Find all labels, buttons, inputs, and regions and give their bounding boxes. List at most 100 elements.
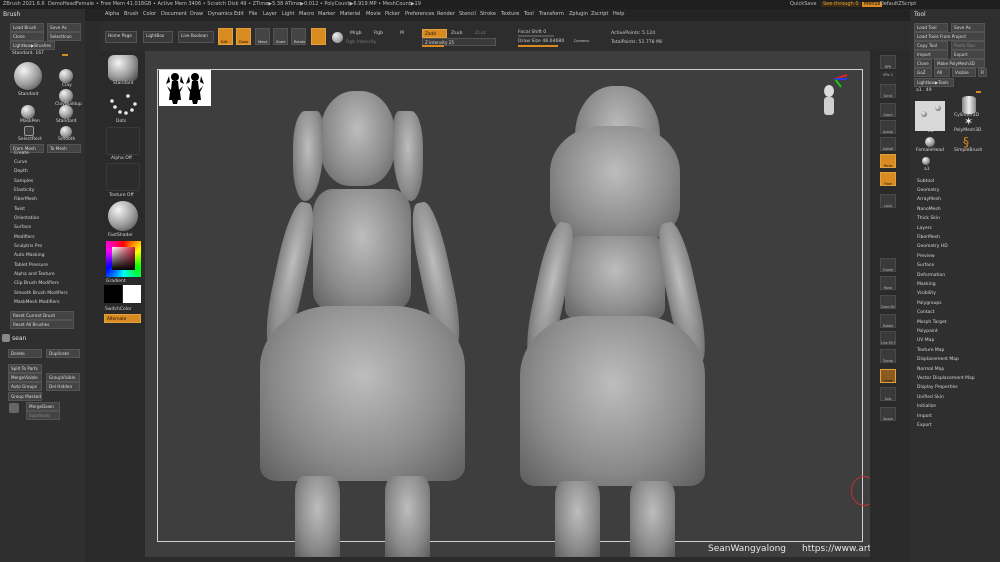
solo-toggle[interactable]: Solo (880, 387, 896, 401)
brush-section-create[interactable]: Create (14, 151, 29, 156)
tool-export-button[interactable]: Export (951, 50, 985, 60)
transp-toggle[interactable]: Transp (880, 349, 896, 363)
actual-button[interactable]: Actual (880, 120, 896, 134)
tool-section-export[interactable]: Export (917, 423, 932, 428)
scale-mode-button[interactable]: Scale (273, 28, 288, 45)
tool-section-nanomesh[interactable]: NanoMesh (917, 207, 941, 212)
to-mesh-button[interactable]: To Mesh (47, 144, 81, 154)
standard-small-brush-thumb[interactable] (59, 105, 73, 119)
simplebrush-icon[interactable]: § (963, 136, 975, 148)
polymesh3d-star-icon[interactable]: ✶ (964, 116, 974, 127)
tool-section-uv-map[interactable]: UV Map (917, 338, 934, 343)
femalehead-thumb[interactable] (925, 137, 935, 147)
load-tools-from-project-button[interactable]: Load Tools From Project (914, 32, 985, 42)
zsub-toggle[interactable]: Zsub (451, 31, 462, 36)
brush-section-orientation[interactable]: Orientation (14, 216, 39, 221)
menu-zplugin[interactable]: Zplugin (569, 12, 588, 17)
menu-stroke[interactable]: Stroke (480, 12, 496, 17)
maskpen-brush-thumb[interactable] (21, 105, 35, 119)
lightbox-brushes-button[interactable]: Lightbox▶Brushes (10, 41, 55, 51)
xpose-toggle[interactable]: Xpose (880, 407, 896, 421)
delete-subtool-button[interactable]: Delete (8, 349, 42, 359)
group-visible-button[interactable]: GroupVisible (46, 373, 80, 383)
merge-down-button[interactable]: MergeDown (26, 402, 60, 412)
goz-visible-button[interactable]: Visible (952, 68, 976, 78)
menu-transform[interactable]: Transform (539, 12, 564, 17)
duplicate-subtool-button[interactable]: Duplicate (46, 349, 80, 359)
select-rect-icon[interactable] (24, 126, 34, 136)
bpr-render-button[interactable]: BPR (880, 55, 896, 69)
tool-thumb-a1[interactable] (915, 101, 945, 131)
tool-save-as-button[interactable]: Save As (951, 23, 985, 33)
ghost-toggle[interactable]: Ghost (880, 369, 896, 383)
menu-light[interactable]: Light (282, 12, 294, 17)
cylinder3d-icon[interactable] (962, 96, 976, 114)
tool-clone-button[interactable]: Clone (914, 59, 932, 69)
tool-section-geometry[interactable]: Geometry (917, 188, 939, 193)
draw-size-slider[interactable]: Draw Size 48.64680 (518, 39, 564, 44)
brush-section-sculptris-pro[interactable]: Sculptris Pro (14, 244, 42, 249)
color-picker[interactable] (106, 241, 141, 277)
mrgb-toggle[interactable]: Mrgb (350, 31, 362, 36)
alternate-button[interactable]: Alternate (104, 314, 141, 324)
select-icon-button[interactable]: SelectIcon (47, 32, 81, 42)
group-masked-button[interactable]: Group Masked (8, 392, 42, 402)
tool-section-visibility[interactable]: Visibility (917, 291, 936, 296)
make-polymesh3d-button[interactable]: Make PolyMesh3D (934, 59, 985, 69)
see-through-slider[interactable]: See-through 0 (821, 2, 861, 7)
menu-edit[interactable]: Edit (234, 12, 244, 17)
menu-render[interactable]: Render (437, 12, 455, 17)
home-page-button[interactable]: Home Page (105, 31, 137, 43)
brush-section-depth[interactable]: Depth (14, 169, 28, 174)
tool-section-preview[interactable]: Preview (917, 254, 935, 259)
menu-brush[interactable]: Brush (124, 12, 138, 17)
lightbox-button[interactable]: LightBox (143, 31, 173, 43)
rgb-toggle[interactable]: Rgb (374, 31, 383, 36)
brush-section-fibermesh[interactable]: FiberMesh (14, 197, 37, 202)
rotate-view-button[interactable]: Rotate (880, 314, 896, 328)
edit-mode-button[interactable]: Edit (218, 28, 233, 45)
menu-color[interactable]: Color (143, 12, 156, 17)
floor-toggle[interactable]: Floor (880, 172, 896, 186)
goz-all-button[interactable]: All (934, 68, 950, 78)
menu-picker[interactable]: Picker (385, 12, 400, 17)
menu-zscript[interactable]: Zscript (591, 12, 608, 17)
load-tool-button[interactable]: Load Tool (914, 23, 948, 33)
tool-section-layers[interactable]: Layers (917, 226, 932, 231)
goz-r-button[interactable]: R (978, 68, 987, 78)
menu-texture[interactable]: Texture (501, 12, 519, 17)
texture-slot[interactable] (106, 163, 140, 191)
tool-section-normal-map[interactable]: Normal Map (917, 367, 944, 372)
menu-movie[interactable]: Movie (366, 12, 381, 17)
tool-section-deformation[interactable]: Deformation (917, 273, 945, 278)
zadd-toggle[interactable]: Zadd (422, 29, 447, 38)
tool-section-thick-skin[interactable]: Thick Skin (917, 216, 940, 221)
quicksave-button[interactable]: QuickSave (790, 2, 816, 7)
secondary-color-swatch[interactable] (123, 285, 141, 303)
reset-current-brush-button[interactable]: Reset Current Brush (10, 311, 74, 321)
menu-help[interactable]: Help (613, 12, 624, 17)
aahalf-button[interactable]: AAHalf (880, 137, 896, 151)
tool-section-masking[interactable]: Masking (917, 282, 936, 287)
brush-section-samples[interactable]: Samples (14, 179, 33, 184)
move-view-button[interactable]: Move (880, 276, 896, 290)
menu-preferences[interactable]: Preferences (405, 12, 434, 17)
auto-groups-button[interactable]: Auto Groups (8, 382, 42, 392)
claybuildup-brush-thumb[interactable] (59, 89, 73, 103)
reset-all-brushes-button[interactable]: Reset All Brushes (10, 320, 74, 330)
dynamic-toggle[interactable]: Dynamic (574, 39, 589, 43)
lightbox-tools-button[interactable]: Lightbox▶Tools (914, 78, 954, 88)
tool-section-unified-skin[interactable]: Unified Skin (917, 395, 944, 400)
brush-section-alpha-texture[interactable]: Alpha and Texture (14, 272, 55, 277)
goz-button[interactable]: GoZ (914, 68, 932, 78)
material-sphere-icon[interactable] (332, 32, 343, 43)
tool-section-initialize[interactable]: Initialize (917, 404, 936, 409)
brush-section-tablet-pressure[interactable]: Tablet Pressure (14, 263, 48, 268)
copy-tool-button[interactable]: Copy Tool (914, 41, 948, 51)
zoom-button[interactable]: Zoom (880, 103, 896, 117)
m-toggle[interactable]: M (400, 31, 404, 36)
sculptris-mode-button[interactable] (311, 28, 326, 45)
line-fill-polyf-toggle[interactable]: Line Fill PolyF (880, 331, 896, 345)
menu-stencil[interactable]: Stencil (459, 12, 476, 17)
main-color-swatch[interactable] (104, 285, 122, 303)
